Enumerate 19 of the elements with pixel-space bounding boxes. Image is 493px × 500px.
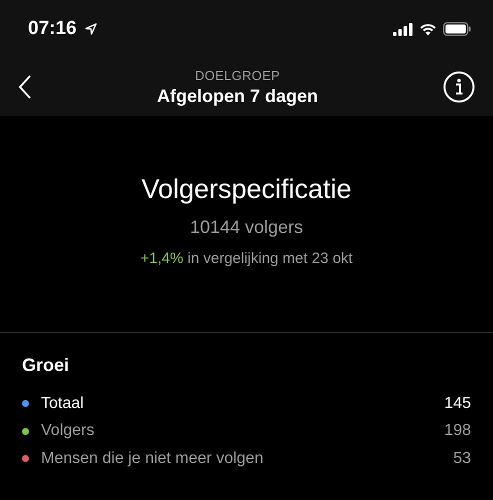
legend-label: Volgers [41, 422, 96, 440]
info-button[interactable] [443, 71, 475, 103]
change-text: +1,4% in vergelijking met 23 okt [140, 250, 353, 267]
nav-title: Afgelopen 7 dagen [156, 86, 318, 106]
legend-value: 145 [444, 394, 471, 413]
legend-label: Totaal [41, 394, 85, 413]
status-time: 07:16 [28, 18, 77, 40]
battery-icon [443, 22, 471, 36]
signal-icon [393, 22, 413, 36]
follower-count: 10144 volgers [190, 217, 304, 238]
growth-title: Groei [22, 355, 70, 376]
location-arrow-icon [84, 23, 97, 35]
wifi-icon [419, 22, 437, 36]
legend-value: 198 [444, 422, 471, 440]
nav-overline: DOELGROEP [194, 68, 280, 82]
legend-label: Mensen die je niet meer volgen [41, 450, 264, 468]
section-title: Volgerspecificatie [141, 174, 352, 205]
legend-value: 53 [453, 450, 471, 468]
back-button[interactable] [18, 74, 32, 100]
